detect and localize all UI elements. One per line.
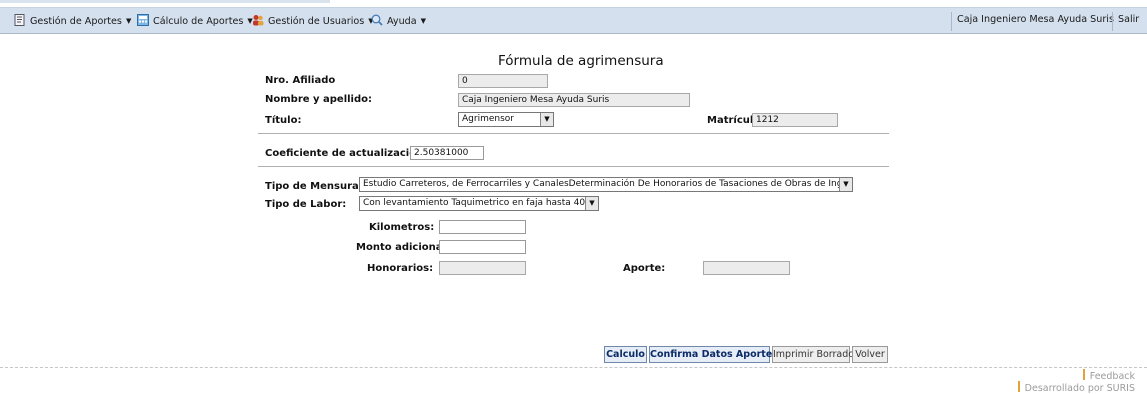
menu-bar: Gestión de Aportes ▼ Cálculo de Aportes ▼ …: [0, 7, 1147, 34]
users-icon: [252, 14, 264, 26]
monto-adicional-label: Monto adicional:: [356, 242, 450, 253]
tipo-mensura-select-value: Estudio Carreteros, de Ferrocarriles y C…: [363, 179, 853, 189]
document-icon: [14, 14, 26, 26]
aporte-label: Aporte:: [623, 263, 666, 274]
chevron-down-icon: ▼: [420, 17, 427, 25]
calculo-button[interactable]: Calculo: [604, 346, 647, 363]
nombre-field[interactable]: Caja Ingeniero Mesa Ayuda Suris: [458, 93, 690, 107]
titulo-label: Título:: [265, 115, 302, 126]
honorarios-label: Honorarios:: [367, 263, 434, 274]
menu-ayuda[interactable]: Ayuda ▼: [371, 14, 426, 28]
kilometros-field[interactable]: [439, 220, 526, 234]
titulo-select-value: Agrimensor: [462, 114, 514, 124]
titulo-select[interactable]: Agrimensor ▼: [458, 112, 554, 127]
logout-link[interactable]: Salir: [1118, 14, 1139, 25]
tipo-mensura-select[interactable]: Estudio Carreteros, de Ferrocarriles y C…: [359, 177, 853, 192]
divider: [258, 166, 889, 167]
kilometros-label: Kilometros:: [369, 222, 435, 233]
calculator-icon: [137, 14, 149, 26]
matricula-field[interactable]: 1212: [752, 113, 838, 127]
honorarios-field[interactable]: [439, 261, 526, 275]
desarrollado-link[interactable]: Desarrollado por SURIS: [1017, 381, 1135, 394]
imprimir-borrador-button[interactable]: Imprimir Borrador: [772, 346, 858, 363]
menu-label: Gestión de Usuarios: [268, 16, 365, 27]
chevron-down-icon: ▼: [125, 17, 132, 25]
desarrollado-link-label: Desarrollado por SURIS: [1024, 383, 1135, 394]
top-strip: [0, 0, 1147, 6]
menu-gestion-aportes[interactable]: Gestión de Aportes ▼: [14, 14, 131, 28]
user-name: Caja Ingeniero Mesa Ayuda Suris: [957, 14, 1114, 25]
menu-divider: [951, 12, 952, 31]
menu-label: Gestión de Aportes: [30, 16, 122, 27]
tipo-labor-select-value: Con levantamiento Taquimetrico en faja h…: [363, 198, 599, 208]
aporte-field[interactable]: [703, 261, 790, 275]
search-help-icon: [371, 14, 383, 26]
menu-gestion-usuarios[interactable]: Gestión de Usuarios ▼: [252, 14, 374, 28]
menu-divider: [1112, 12, 1113, 31]
divider: [258, 133, 889, 134]
footer-divider: [0, 367, 1147, 369]
coeficiente-field[interactable]: 2.50381000: [410, 146, 484, 160]
tipo-mensura-label: Tipo de Mensura:: [265, 181, 363, 192]
tipo-labor-label: Tipo de Labor:: [265, 199, 347, 210]
afiliado-field[interactable]: 0: [458, 74, 548, 88]
confirma-datos-aporte-button[interactable]: Confirma Datos Aporte: [649, 346, 772, 363]
tipo-labor-select[interactable]: Con levantamiento Taquimetrico en faja h…: [359, 196, 599, 211]
chevron-down-icon: ▼: [540, 113, 553, 126]
coeficiente-label: Coeficiente de actualizacion:: [265, 148, 428, 159]
nombre-label: Nombre y apellido:: [265, 94, 373, 105]
page-title: Fórmula de agrimensura: [498, 53, 664, 69]
menu-label: Cálculo de Aportes: [153, 16, 244, 27]
monto-adicional-field[interactable]: [439, 240, 526, 254]
afiliado-label: Nro. Afiliado: [265, 75, 336, 86]
chevron-down-icon: ▼: [585, 197, 598, 210]
menu-calculo-aportes[interactable]: Cálculo de Aportes ▼: [137, 14, 253, 28]
menu-label: Ayuda: [387, 16, 417, 27]
chevron-down-icon: ▼: [839, 178, 852, 191]
volver-button[interactable]: Volver: [852, 346, 888, 363]
